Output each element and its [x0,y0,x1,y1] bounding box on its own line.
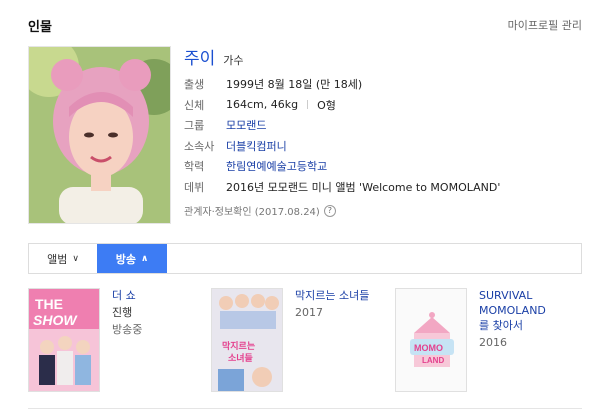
info-value: 164cm, 46kg [226,98,299,112]
info-label: 출생 [184,78,205,92]
info-row-agency: 소속사 더블킥컴퍼니 [184,136,500,157]
svg-text:소녀들: 소녀들 [228,352,253,364]
group-link[interactable]: 모모랜드 [226,117,266,133]
chevron-up-icon: ∧ [140,253,149,264]
svg-text:SHOW: SHOW [33,312,78,328]
info-label: 신체 [184,98,205,112]
info-row-debut: 데뷔 2016년 모모랜드 미니 앨범 'Welcome to MOMOLAND… [184,177,500,198]
blood-type: O형 [317,98,336,112]
divider [28,408,582,409]
info-confirm: 관계자·정보확인 (2017.08.24) ? [184,203,336,218]
broadcast-thumbnail[interactable]: MOMO LAND [395,288,467,392]
broadcast-thumbnail[interactable]: THE SHOW [28,288,100,392]
tab-album-label: 앨범 [47,252,68,266]
tab-broadcast[interactable]: 방송 ∧ [97,244,167,273]
broadcast-title[interactable]: 막지르는 소녀들 [295,288,369,303]
profile-info: 출생 1999년 8월 18일 (만 18세) 신체 164cm, 46kg O… [184,74,500,197]
person-name[interactable]: 주이 [184,44,215,69]
info-row-education: 학력 한림연예예술고등학교 [184,156,500,177]
broadcast-item: MOMO LAND SURVIVAL MOMOLAND를 찾아서 2016 [395,288,553,392]
info-label: 그룹 [184,119,205,133]
info-value: 1999년 8월 18일 (만 18세) [226,78,363,92]
info-label: 소속사 [184,139,215,153]
info-row-birth: 출생 1999년 8월 18일 (만 18세) [184,74,500,95]
broadcast-title[interactable]: SURVIVAL MOMOLAND를 찾아서 [479,288,553,333]
svg-text:막지르는: 막지르는 [222,340,255,352]
chevron-down-icon: ∨ [72,253,79,264]
info-row-body: 신체 164cm, 46kg O형 [184,95,500,116]
svg-text:LAND: LAND [422,356,444,365]
content-tabs: 앨범 ∨ 방송 ∧ [28,243,582,274]
profile-photo[interactable] [28,46,171,224]
svg-text:MOMO: MOMO [414,343,443,353]
help-icon[interactable]: ? [323,204,336,217]
info-label: 학력 [184,160,205,174]
broadcast-item: 막지르는 소녀들 막지르는 소녀들 2017 [211,288,369,392]
info-value: 2016년 모모랜드 미니 앨범 'Welcome to MOMOLAND' [226,180,501,194]
info-label: 데뷔 [184,180,205,194]
broadcast-item: THE SHOW 더 쇼 진행 방송중 [28,288,142,392]
broadcast-status: 방송중 [112,323,143,336]
broadcast-title[interactable]: 더 쇼 [112,288,142,303]
confirm-text: 관계자·정보확인 (2017.08.24) [184,207,320,218]
info-row-group: 그룹 모모랜드 [184,115,500,136]
broadcast-year: 2016 [479,336,507,349]
agency-link[interactable]: 더블킥컴퍼니 [226,138,287,154]
divider [307,100,309,110]
tab-album[interactable]: 앨범 ∨ [29,244,97,273]
svg-text:THE: THE [35,296,63,312]
broadcast-thumbnail[interactable]: 막지르는 소녀들 [211,288,283,392]
school-link[interactable]: 한림연예예술고등학교 [226,158,327,174]
section-title: 인물 [28,20,52,35]
tab-broadcast-label: 방송 [115,252,136,266]
my-profile-manage-link[interactable]: 마이프로필 관리 [508,17,582,33]
person-occupation: 가수 [223,54,244,67]
broadcast-year: 2017 [295,306,323,319]
broadcast-role: 진행 [112,306,133,319]
